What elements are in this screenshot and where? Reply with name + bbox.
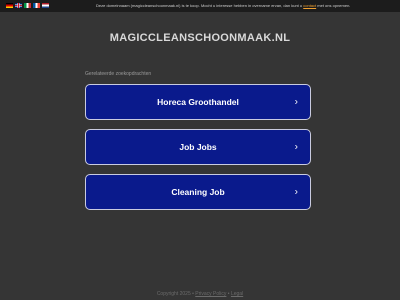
footer-separator: • xyxy=(192,291,194,297)
privacy-policy-link[interactable]: Privacy Policy xyxy=(195,291,226,297)
site-title: MAGICCLEANSCHOONMAAK.NL xyxy=(109,32,291,44)
chevron-right-icon: › xyxy=(294,141,298,153)
legal-link[interactable]: Legal xyxy=(231,291,243,297)
flag-gb-icon[interactable] xyxy=(15,3,22,8)
flag-it-icon[interactable] xyxy=(24,3,31,8)
copyright-text: Copyright 2025 xyxy=(156,291,191,297)
related-link-job-jobs[interactable]: Job Jobs › xyxy=(85,129,311,165)
related-link-label: Job Jobs xyxy=(179,142,217,152)
chevron-right-icon: › xyxy=(294,186,298,198)
flag-de-icon[interactable] xyxy=(6,3,13,8)
related-link-horeca-groothandel[interactable]: Horeca Groothandel › xyxy=(85,84,311,120)
language-flags xyxy=(6,3,49,8)
contact-link[interactable]: contact xyxy=(303,3,316,8)
sale-notice-text: Deze domeinnaam (magiccleanschoonmaak.nl… xyxy=(96,3,303,8)
flag-fr-icon[interactable] xyxy=(33,3,40,8)
sale-notice: Deze domeinnaam (magiccleanschoonmaak.nl… xyxy=(96,2,396,9)
footer: Copyright 2025 • Privacy Policy • Legal xyxy=(0,291,400,297)
related-searches-label: Gerelateerde zoekopdrachten xyxy=(85,71,152,77)
flag-nl-icon[interactable] xyxy=(42,3,49,8)
related-link-cleaning-job[interactable]: Cleaning Job › xyxy=(85,174,311,210)
related-link-label: Cleaning Job xyxy=(171,187,225,197)
footer-separator: • xyxy=(227,291,230,297)
sale-notice-suffix: met ons opnemen. xyxy=(317,3,351,8)
related-link-label: Horeca Groothandel xyxy=(157,97,239,107)
top-notice-bar: Deze domeinnaam (magiccleanschoonmaak.nl… xyxy=(0,0,400,12)
chevron-right-icon: › xyxy=(294,96,298,108)
